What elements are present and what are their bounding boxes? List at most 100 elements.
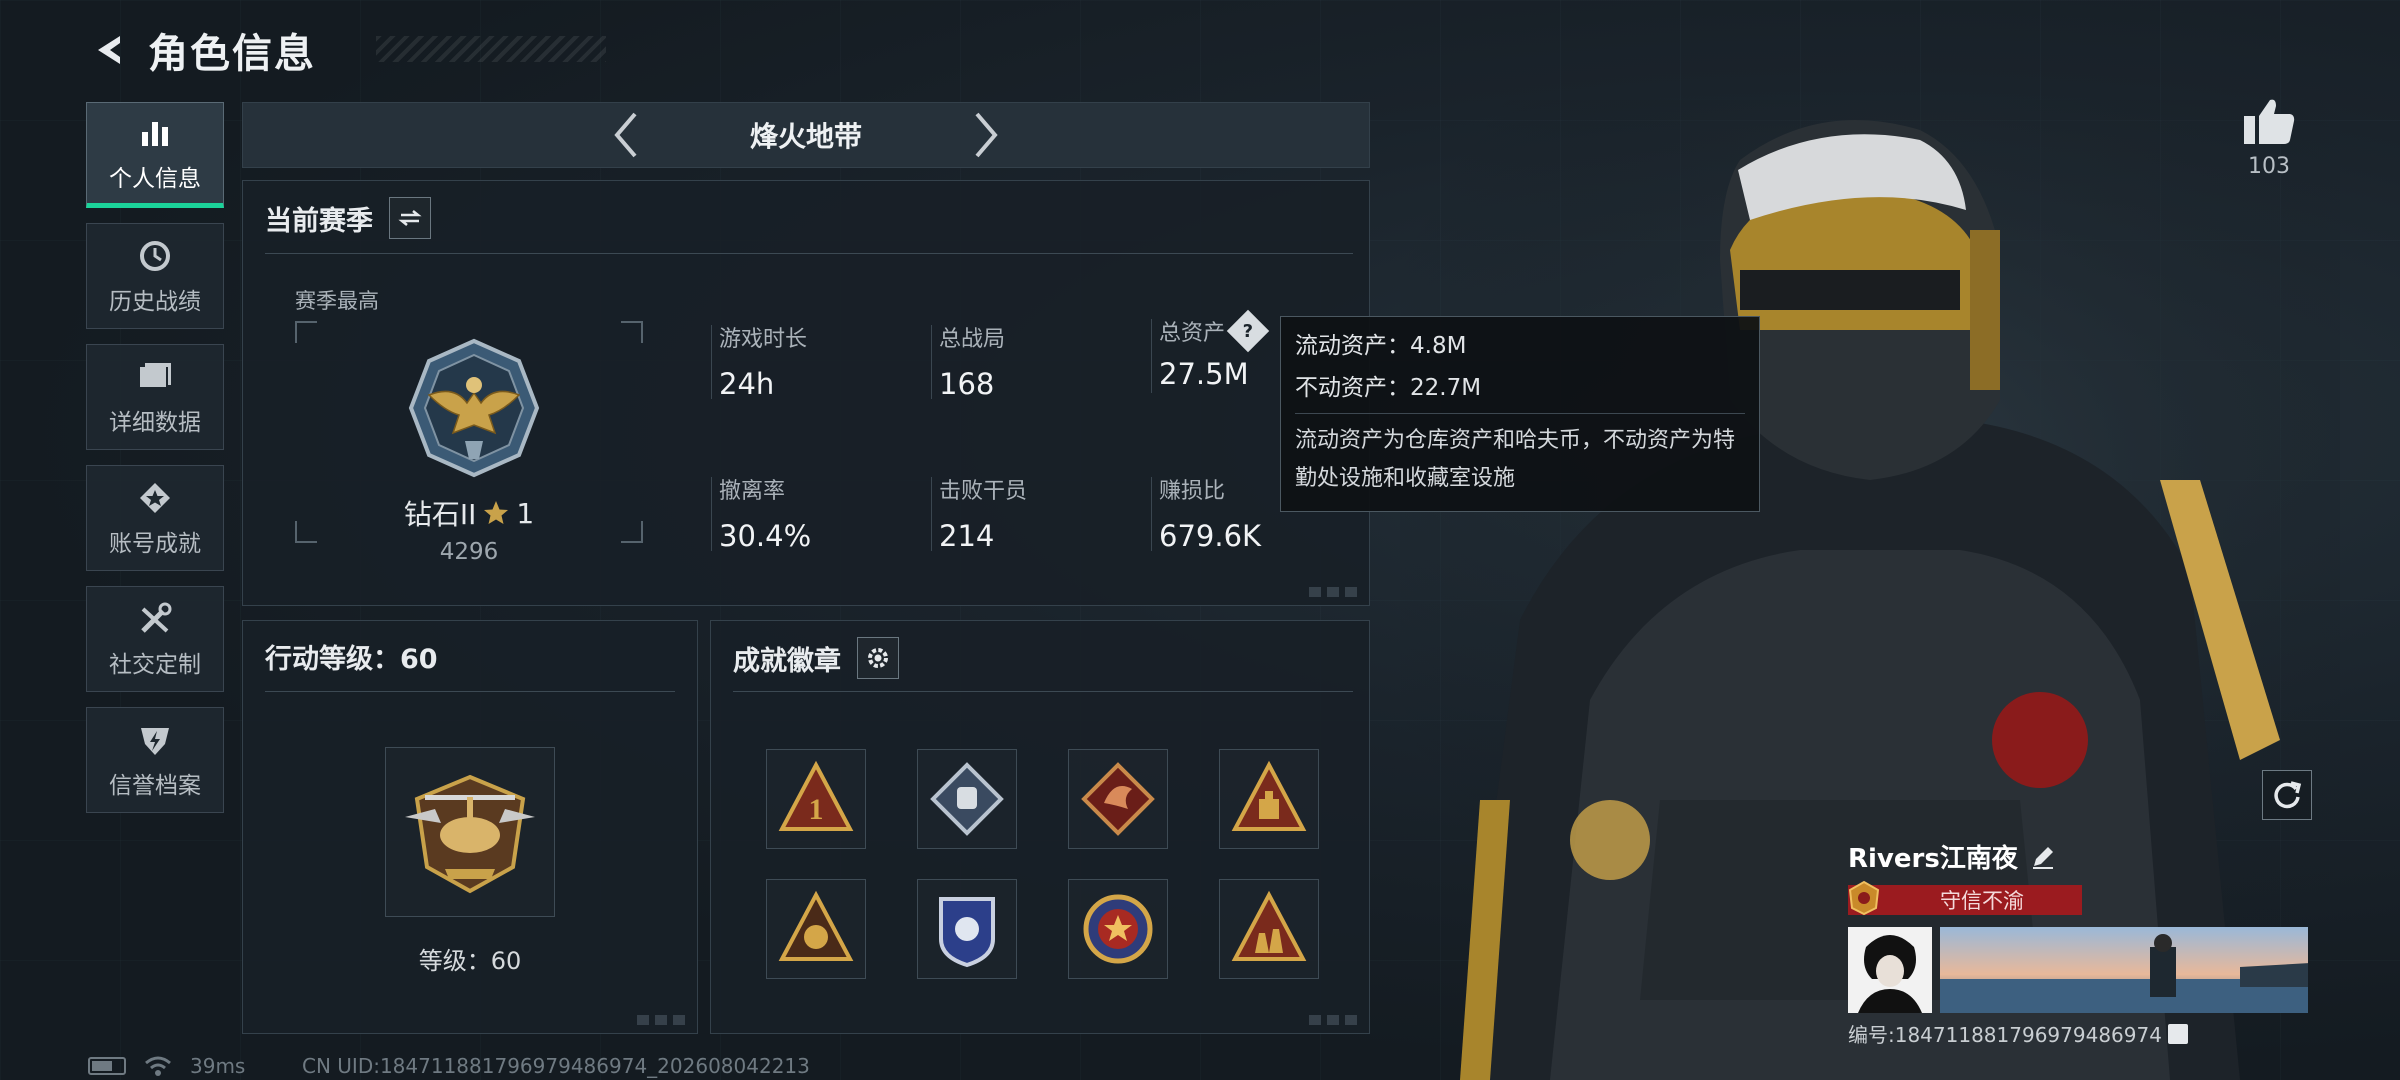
player-uid: 编号:18471188179697948697​4	[1848, 1023, 2162, 1047]
battery-icon	[88, 1057, 126, 1075]
stat-value: 679.6K	[1159, 519, 1262, 553]
tooltip-fixed-assets: 不动资产：22.7M	[1295, 375, 1482, 401]
rank-score: 4296	[439, 539, 499, 565]
achievement-medal[interactable]	[917, 879, 1017, 979]
mode-prev-button[interactable]	[596, 105, 656, 165]
stat-label: 撤离率	[719, 479, 786, 504]
stat-extract-rate: 撤离率 30.4%	[711, 473, 929, 553]
stat-label: 击败干员	[939, 479, 1028, 504]
current-season-panel: 当前赛季 赛季最高 钻石II 1 4296 游戏时长 24h 总战局 168 总…	[242, 180, 1370, 606]
help-icon[interactable]: ?	[1226, 309, 1270, 353]
chevron-left-icon	[614, 112, 637, 158]
shield-emblem-icon	[135, 720, 175, 760]
swap-icon	[398, 210, 422, 226]
player-avatar[interactable]	[1848, 927, 1932, 1013]
helicopter-badge-icon	[405, 774, 535, 894]
achievement-medal[interactable]	[1219, 749, 1319, 849]
achievement-star-icon	[135, 478, 175, 518]
sidebar-item-account-achievements[interactable]: 账号成就	[86, 465, 224, 571]
thumbs-up-icon	[2244, 99, 2295, 144]
sidebar-item-detailed-data[interactable]: 详细数据	[86, 344, 224, 450]
panel-corner-deco	[637, 1015, 685, 1025]
wrench-screwdriver-icon	[135, 599, 175, 639]
tooltip-liquid-assets: 流动资产：4.8M	[1295, 333, 1467, 359]
level-text: 等级：60	[418, 947, 522, 975]
sidebar-item-history[interactable]: 历史战绩	[86, 223, 224, 329]
sidebar-item-label: 个人信息	[109, 166, 201, 192]
back-button[interactable]	[86, 26, 134, 74]
page-title: 角色信息	[148, 31, 316, 77]
player-title-text: 守信不渝	[1940, 889, 2024, 913]
folder-icon	[135, 357, 175, 397]
player-title-tag: 守信不渝	[1848, 880, 2082, 916]
stat-play-time: 游戏时长 24h	[711, 321, 929, 401]
sidebar-item-label: 账号成就	[109, 531, 201, 557]
mode-selector: 烽火地带	[242, 102, 1370, 168]
player-banner[interactable]	[1939, 927, 2308, 1013]
action-level-panel: 行动等级：60 等级：60	[242, 620, 698, 1034]
mode-next-button[interactable]	[956, 105, 1016, 165]
stat-value: 24h	[719, 367, 775, 401]
player-card: Rivers江南夜 守信不渝 编号:18471188179697948697​4	[1848, 838, 2308, 1048]
divider	[733, 691, 1353, 692]
level-badge[interactable]	[385, 747, 555, 917]
achievement-medal[interactable]	[1219, 879, 1319, 979]
diamond-dragon-medal-icon	[1081, 762, 1155, 836]
achievement-medal[interactable]	[917, 749, 1017, 849]
triangle-lion-medal-icon	[778, 890, 854, 961]
divider	[265, 253, 1353, 254]
copy-icon[interactable]	[2167, 1023, 2188, 1044]
tooltip-description: 流动资产为仓库资产和哈夫币，不动资产为特勤处设施和收藏室设施	[1295, 428, 1736, 491]
sidebar-item-label: 详细数据	[109, 410, 201, 436]
bar-chart-icon	[135, 113, 175, 153]
sidebar-item-credit-file[interactable]: 信誉档案	[86, 707, 224, 813]
gear-icon	[868, 648, 888, 668]
title-decoration	[376, 36, 606, 62]
triangle-crate-medal-icon	[1231, 760, 1307, 831]
refresh-icon	[2274, 781, 2302, 809]
stat-value: 214	[939, 519, 995, 553]
refresh-button[interactable]	[2262, 770, 2312, 820]
season-best-label: 赛季最高	[295, 289, 379, 313]
uid-footer: CN UID:18471188179697948697​4_2026080422…	[302, 1054, 810, 1078]
achievements-title: 成就徽章	[733, 645, 841, 677]
sidebar-item-label: 信誉档案	[109, 773, 201, 799]
shield-police-medal-icon	[939, 897, 995, 968]
stat-label: 总战局	[939, 327, 1006, 352]
status-bar: 39ms	[88, 1054, 245, 1078]
rank-emblem-icon	[408, 338, 540, 478]
action-level-title: 行动等级：60	[265, 644, 438, 675]
player-name: Rivers江南夜	[1848, 844, 2018, 874]
panel-corner-deco	[1309, 587, 1357, 597]
edit-pencil-icon[interactable]	[2030, 844, 2056, 870]
wifi-icon	[145, 1056, 171, 1076]
history-icon	[135, 236, 175, 276]
rank-name: 钻石II	[403, 498, 477, 531]
rank-display: 钻石II 1 4296	[295, 321, 643, 565]
sidebar-item-social-custom[interactable]: 社交定制	[86, 586, 224, 692]
stat-label: 总资产	[1159, 321, 1226, 346]
stat-total-matches: 总战局 168	[931, 321, 1149, 401]
achievement-medal[interactable]	[766, 879, 866, 979]
star-icon	[484, 501, 509, 524]
panel-corner-deco	[1309, 1015, 1357, 1025]
achievement-medal[interactable]	[1068, 879, 1168, 979]
ping-value: 39ms	[190, 1054, 246, 1078]
season-switch-button[interactable]	[389, 197, 431, 239]
season-title: 当前赛季	[265, 205, 373, 237]
page-header: 角色信息	[86, 22, 606, 78]
sidebar-item-personal-info[interactable]: 个人信息	[86, 102, 224, 208]
assets-tooltip: 流动资产：4.8M 不动资产：22.7M 流动资产为仓库资产和哈夫币，不动资产为…	[1280, 316, 1760, 512]
sidebar-item-label: 社交定制	[109, 652, 201, 678]
achievement-medal[interactable]: 1	[766, 749, 866, 849]
rank-stars: 1	[516, 496, 535, 530]
chevron-right-icon	[975, 112, 998, 158]
stat-label: 游戏时长	[719, 327, 808, 352]
achievement-medal[interactable]	[1068, 749, 1168, 849]
like-button[interactable]: 103	[2236, 96, 2302, 179]
achievements-settings-button[interactable]	[857, 637, 899, 679]
triangle-one-medal-icon: 1	[778, 760, 854, 831]
sidebar: 个人信息 历史战绩 详细数据 账号成就 社交定制 信誉档案	[86, 102, 224, 828]
mode-label: 烽火地带	[749, 120, 862, 153]
circle-star-medal-icon	[1083, 894, 1153, 964]
